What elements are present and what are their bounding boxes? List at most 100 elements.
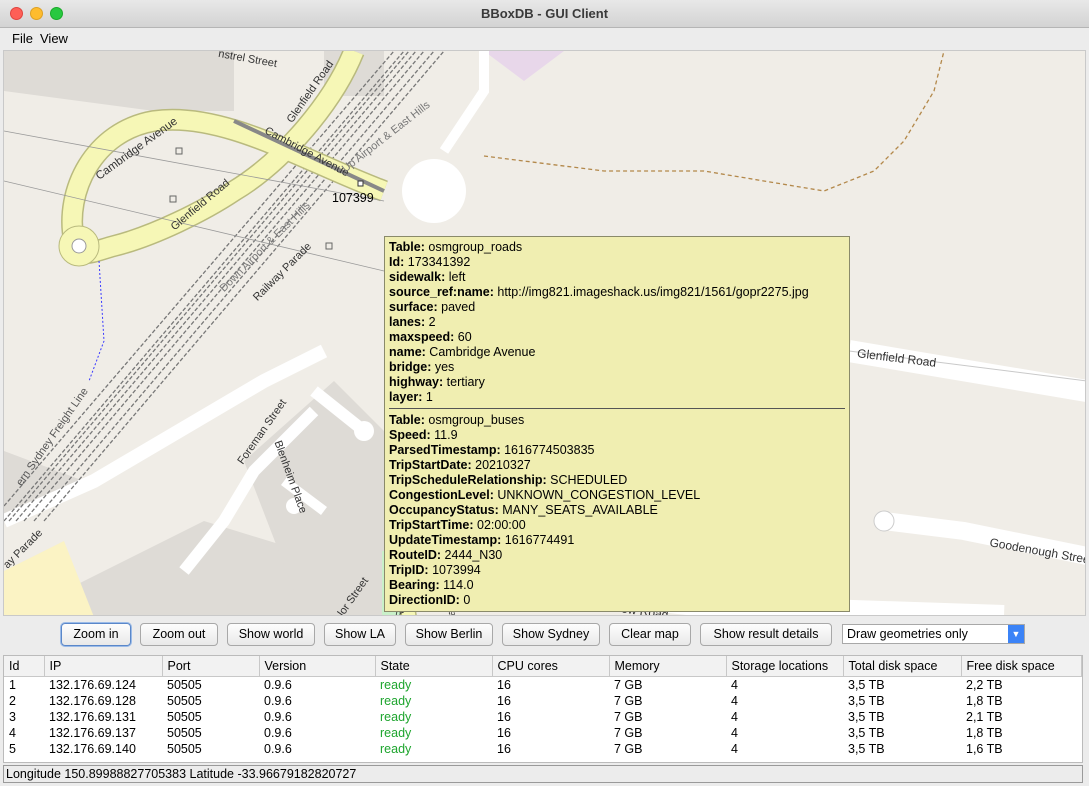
popup-attribute-key: source_ref:name: — [389, 285, 494, 299]
popup-attribute-row: source_ref:name: http://img821.imageshac… — [389, 285, 845, 300]
table-cell: 50505 — [167, 725, 202, 740]
table-cell: 50505 — [167, 693, 202, 708]
chevron-down-icon: ▼ — [1008, 625, 1024, 643]
table-cell: 0.9.6 — [264, 709, 292, 724]
table-row[interactable]: 3 132.176.69.131 50505 0.9.6 ready 16 7 GB 4 3,5… — [4, 709, 1082, 725]
table-row[interactable]: 5 132.176.69.140 50505 0.9.6 ready 16 7 GB 4 3,5… — [4, 741, 1082, 757]
table-cell: 4 — [731, 741, 738, 756]
draw-mode-dropdown[interactable]: Draw geometries only ▼ — [842, 624, 1025, 644]
popup-attribute-row: TripScheduleRelationship: SCHEDULED — [389, 473, 845, 488]
popup-attribute-key: maxspeed: — [389, 330, 455, 344]
feature-info-popup: Table: osmgroup_roads Id: 173341392 sidewa… — [384, 236, 850, 612]
column-header[interactable]: Memory — [609, 656, 727, 677]
table-row[interactable]: 2 132.176.69.128 50505 0.9.6 ready 16 7 GB 4 3,5… — [4, 693, 1082, 709]
table-cell: 4 — [731, 725, 738, 740]
popup-attribute-row: maxspeed: 60 — [389, 330, 845, 345]
column-header[interactable]: State — [375, 656, 493, 677]
popup-attribute-value: 114.0 — [439, 578, 474, 592]
popup-attribute-key: surface: — [389, 300, 438, 314]
table-cell: 1 — [9, 677, 16, 692]
zoom-in-button[interactable]: Zoom in — [61, 623, 131, 646]
table-cell: 4 — [731, 709, 738, 724]
popup-attribute-value: Cambridge Avenue — [425, 345, 536, 359]
instances-table[interactable]: Id IP Port Version State CPU cores Memory Stora… — [3, 655, 1083, 763]
table-cell: 3 — [9, 709, 16, 724]
map-park — [484, 51, 564, 81]
table-cell: 3,5 TB — [848, 693, 885, 708]
window-title: BBoxDB - GUI Client — [480, 6, 609, 21]
show-result-details-button[interactable]: Show result details — [700, 623, 832, 646]
column-header[interactable]: Storage locations — [726, 656, 844, 677]
table-cell: 16 — [497, 693, 511, 708]
map-view[interactable]: Cambridge Avenue Cambridge Avenue Glenfi… — [3, 50, 1086, 616]
popup-attribute-value: http://img821.imageshack.us/img821/1561/… — [493, 285, 809, 299]
clear-map-button[interactable]: Clear map — [609, 623, 691, 646]
popup-attribute-value: osmgroup_buses — [424, 413, 525, 427]
menu-view[interactable]: View — [40, 31, 68, 46]
show-berlin-button[interactable]: Show Berlin — [405, 623, 493, 646]
popup-attribute-row: Speed: 11.9 — [389, 428, 845, 443]
popup-attribute-row: highway: tertiary — [389, 375, 845, 390]
popup-attribute-row: ParsedTimestamp: 1616774503835 — [389, 443, 845, 458]
zoom-out-button[interactable]: Zoom out — [140, 623, 218, 646]
popup-attribute-key: TripStartTime: — [389, 518, 474, 532]
popup-attribute-row: UpdateTimestamp: 1616774491 — [389, 533, 845, 548]
table-row[interactable]: 1 132.176.69.124 50505 0.9.6 ready 16 7 GB 4 3,5… — [4, 676, 1082, 693]
popup-attribute-value: 1616774503835 — [500, 443, 595, 457]
map-block — [4, 51, 234, 111]
popup-divider — [389, 408, 845, 409]
table-cell: 5 — [9, 741, 16, 756]
popup-attribute-row: name: Cambridge Avenue — [389, 345, 845, 360]
popup-attribute-row: RouteID: 2444_N30 — [389, 548, 845, 563]
popup-attribute-value: 60 — [454, 330, 472, 344]
popup-attribute-key: DirectionID: — [389, 593, 460, 607]
popup-attribute-key: sidewalk: — [389, 270, 446, 284]
table-cell: 132.176.69.124 — [49, 677, 136, 692]
popup-attribute-value: 0 — [459, 593, 471, 607]
popup-attribute-key: RouteID: — [389, 548, 442, 562]
popup-attribute-key: ParsedTimestamp: — [389, 443, 501, 457]
show-la-button[interactable]: Show LA — [324, 623, 396, 646]
table-cell: ready — [380, 741, 412, 756]
menu-file[interactable]: File — [12, 31, 33, 46]
table-row[interactable]: 4 132.176.69.137 50505 0.9.6 ready 16 7 GB 4 3,5… — [4, 725, 1082, 741]
popup-attribute-value: UNKNOWN_CONGESTION_LEVEL — [493, 488, 701, 502]
popup-attribute-key: lanes: — [389, 315, 426, 329]
table-cell: ready — [380, 693, 412, 708]
column-header[interactable]: Version — [259, 656, 376, 677]
table-cell: 16 — [497, 709, 511, 724]
draw-mode-value: Draw geometries only — [847, 627, 968, 641]
table-cell: 50505 — [167, 741, 202, 756]
popup-attribute-value: 1 — [422, 390, 433, 404]
popup-attribute-value: 11.9 — [430, 428, 458, 442]
table-cell: 16 — [497, 677, 511, 692]
table-cell: 0.9.6 — [264, 741, 292, 756]
column-header[interactable]: Port — [162, 656, 260, 677]
popup-attribute-row: CongestionLevel: UNKNOWN_CONGESTION_LEVE… — [389, 488, 845, 503]
column-header[interactable]: Free disk space — [961, 656, 1082, 677]
table-cell: 3,5 TB — [848, 677, 885, 692]
column-header[interactable]: Id — [4, 656, 45, 677]
popup-attribute-row: bridge: yes — [389, 360, 845, 375]
show-sydney-button[interactable]: Show Sydney — [502, 623, 600, 646]
table-cell: 132.176.69.128 — [49, 693, 136, 708]
popup-attribute-row: Table: osmgroup_roads — [389, 240, 845, 255]
table-cell: 132.176.69.131 — [49, 709, 136, 724]
popup-attribute-key: highway: — [389, 375, 444, 389]
popup-attribute-key: Speed: — [389, 428, 431, 442]
label-marker-id: 107399 — [332, 191, 374, 205]
popup-attribute-key: TripScheduleRelationship: — [389, 473, 547, 487]
column-header[interactable]: Total disk space — [843, 656, 962, 677]
column-header[interactable]: IP — [44, 656, 163, 677]
table-cell: 50505 — [167, 709, 202, 724]
popup-attribute-value: left — [445, 270, 466, 284]
popup-attribute-row: TripStartDate: 20210327 — [389, 458, 845, 473]
popup-attribute-row: lanes: 2 — [389, 315, 845, 330]
show-world-button[interactable]: Show world — [227, 623, 315, 646]
column-header[interactable]: CPU cores — [492, 656, 610, 677]
popup-attribute-row: layer: 1 — [389, 390, 845, 405]
table-cell: 1,8 TB — [966, 693, 1003, 708]
popup-attribute-row: sidewalk: left — [389, 270, 845, 285]
popup-attribute-row: OccupancyStatus: MANY_SEATS_AVAILABLE — [389, 503, 845, 518]
table-cell: 0.9.6 — [264, 693, 292, 708]
